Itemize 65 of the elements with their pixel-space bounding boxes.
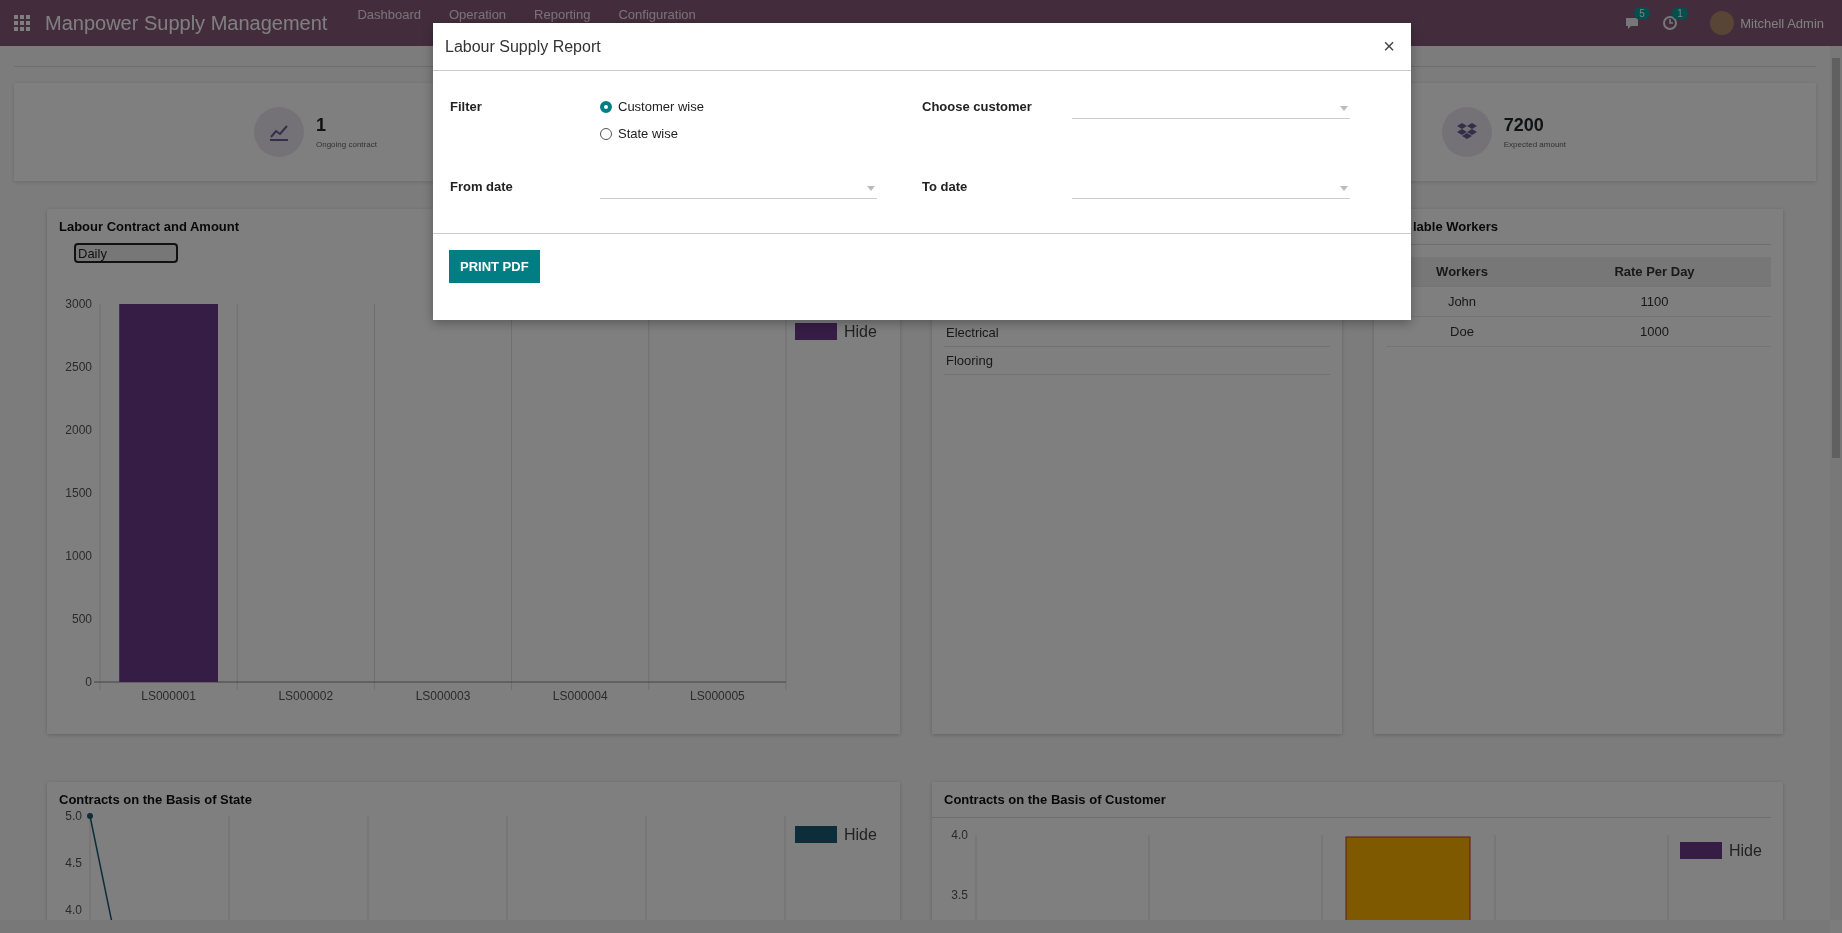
- radio-option[interactable]: Customer wise: [600, 99, 877, 114]
- table-cell-text: 1100: [1639, 293, 1670, 311]
- stat-value: 7200: [1503, 115, 1545, 136]
- menu-item[interactable]: Configuration: [618, 0, 696, 22]
- table-cell-text: John: [1446, 293, 1478, 311]
- chat-icon[interactable]: [1624, 15, 1641, 31]
- menu-item[interactable]: Reporting: [534, 0, 591, 22]
- user-name[interactable]: Mitchell Admin: [1740, 15, 1824, 31]
- period-select[interactable]: Daily: [74, 243, 178, 263]
- list-item: Flooring: [944, 347, 1330, 375]
- stat-label: Ongoing contract: [316, 140, 377, 149]
- column-header: Workers: [1435, 263, 1489, 281]
- legend-label[interactable]: Hide: [844, 323, 877, 340]
- radio-icon[interactable]: [600, 100, 612, 113]
- radio-option[interactable]: State wise: [600, 126, 877, 141]
- legend-label[interactable]: Hide: [1729, 842, 1762, 859]
- axis-tick-label: 2000: [65, 423, 92, 437]
- axis-tick-label: 4.0: [65, 903, 82, 917]
- axis-tick-label: 2500: [65, 360, 92, 374]
- table-cell-text: 1000: [1639, 323, 1670, 341]
- legend-label[interactable]: Hide: [844, 826, 877, 843]
- table-cell-text: Doe: [1449, 323, 1475, 341]
- axis-category-label: LS000001: [141, 689, 196, 703]
- axis-category-label: LS000004: [552, 689, 608, 703]
- menu-item[interactable]: Operation: [449, 0, 507, 22]
- panel-title: Contracts on the Basis of State: [58, 791, 253, 807]
- count-badge: 1: [1672, 7, 1688, 20]
- axis-tick-label: 4.0: [951, 828, 968, 842]
- axis-tick-label: 0: [85, 675, 92, 689]
- close-button[interactable]: ×: [1379, 35, 1399, 58]
- avatar[interactable]: [1710, 11, 1735, 35]
- column-header: Rate Per Day: [1613, 263, 1696, 281]
- apps-grid-icon[interactable]: [14, 15, 30, 31]
- print-button[interactable]: PRINT PDF: [449, 250, 540, 283]
- stat-value: 1: [316, 115, 327, 136]
- panel-title: Contracts on the Basis of Customer: [932, 782, 1771, 818]
- field-label: Filter: [450, 99, 483, 114]
- legend-swatch[interactable]: [795, 826, 837, 843]
- legend-swatch[interactable]: [1680, 842, 1722, 859]
- axis-tick-label: 500: [71, 612, 92, 626]
- axis-tick-label: 1000: [65, 549, 92, 563]
- field-label: Choose customer: [922, 99, 1033, 114]
- legend-swatch[interactable]: [795, 323, 837, 340]
- axis-tick-label: 3000: [65, 297, 92, 311]
- clock-icon[interactable]: [1662, 15, 1679, 31]
- stat-label: Expected amount: [1503, 140, 1566, 149]
- vertical-scrollbar[interactable]: [1830, 46, 1842, 920]
- panel-title: Labour Contract and Amount: [58, 218, 241, 234]
- axis-category-label: LS000005: [690, 689, 745, 703]
- horizontal-scrollbar[interactable]: [0, 920, 1830, 933]
- axis-tick-label: 1500: [65, 486, 92, 500]
- axis-category-label: LS000002: [278, 689, 334, 703]
- field-label: From date: [450, 179, 514, 194]
- caret-icon: [867, 186, 875, 191]
- caret-icon: [1340, 186, 1348, 191]
- menu-item[interactable]: Dashboard: [357, 0, 421, 22]
- axis-tick-label: 4.5: [65, 856, 82, 870]
- dialog-title: Labour Supply Report: [445, 37, 601, 56]
- axis-category-label: LS000003: [415, 689, 471, 703]
- count-badge: 5: [1634, 7, 1650, 20]
- axis-tick-label: 5.0: [65, 809, 82, 823]
- axis-tick-label: 3.5: [951, 888, 968, 902]
- field-label: To date: [922, 179, 969, 194]
- app-title: Manpower Supply Management: [45, 11, 328, 35]
- caret-icon: [1340, 106, 1348, 111]
